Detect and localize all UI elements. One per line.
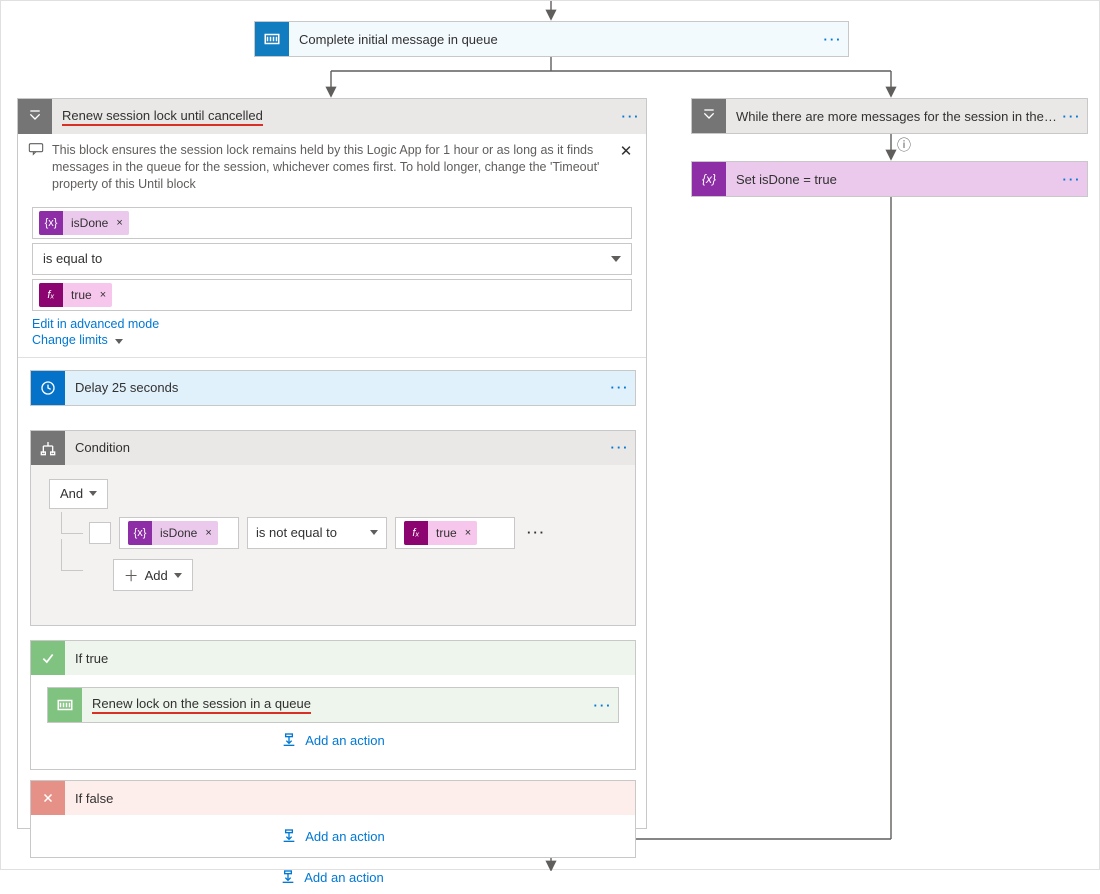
plus-icon: ＋ xyxy=(124,565,139,586)
chevron-down-icon xyxy=(89,491,97,496)
card-menu-button[interactable]: ··· xyxy=(1057,109,1087,124)
logic-app-designer-canvas: Complete initial message in queue ··· Wh… xyxy=(0,0,1100,870)
branch-if-false: If false Add an action xyxy=(30,780,636,858)
edit-advanced-mode-link[interactable]: Edit in advanced mode xyxy=(32,317,632,331)
chevron-down-icon xyxy=(611,256,621,262)
until-operator-select[interactable]: is equal to xyxy=(32,243,632,275)
chevron-down-icon xyxy=(115,339,123,344)
card-menu-button[interactable]: ··· xyxy=(818,32,848,47)
chevron-down-icon xyxy=(174,573,182,578)
action-delay[interactable]: Delay 25 seconds ··· xyxy=(30,370,636,406)
remove-token-button[interactable]: × xyxy=(116,217,128,229)
add-action-button[interactable]: Add an action xyxy=(47,723,619,757)
action-renew-lock[interactable]: Renew lock on the session in a queue ··· xyxy=(47,687,619,723)
until-right-operand[interactable]: fₓ true × xyxy=(32,279,632,311)
card-title: While there are more messages for the se… xyxy=(726,109,1057,124)
add-action-button[interactable]: Add an action xyxy=(47,819,619,853)
remove-token-button[interactable]: × xyxy=(205,527,217,539)
scope-renew-session-lock-panel: Renew session lock until cancelled ··· T… xyxy=(17,98,647,829)
card-menu-button[interactable]: ··· xyxy=(605,440,635,455)
remove-token-button[interactable]: × xyxy=(100,289,112,301)
card-menu-button[interactable]: ··· xyxy=(1057,172,1087,187)
branch-title: If true xyxy=(65,651,635,666)
add-action-button[interactable]: Add an action xyxy=(18,860,646,894)
change-limits-link[interactable]: Change limits xyxy=(32,333,632,347)
until-loop-icon xyxy=(692,99,726,133)
action-complete-initial-message[interactable]: Complete initial message in queue ··· xyxy=(254,21,849,57)
until-left-operand[interactable]: {x} isDone × xyxy=(32,207,632,239)
card-menu-button[interactable]: ··· xyxy=(616,109,646,124)
scope-while-more-messages[interactable]: While there are more messages for the se… xyxy=(691,98,1088,134)
card-title: Set isDone = true xyxy=(726,172,1057,187)
action-set-isdone-true[interactable]: {x} Set isDone = true ··· xyxy=(691,161,1088,197)
condition-group-operator[interactable]: And xyxy=(49,479,108,509)
servicebus-icon xyxy=(48,688,82,722)
add-condition-row-button[interactable]: ＋ Add xyxy=(113,559,193,591)
note-icon xyxy=(28,142,52,193)
branch-title: If false xyxy=(65,791,635,806)
card-title: Complete initial message in queue xyxy=(289,32,818,47)
card-menu-button[interactable]: ··· xyxy=(588,698,618,713)
dismiss-note-button[interactable]: ✕ xyxy=(616,142,636,193)
info-icon[interactable]: ⓘ xyxy=(897,135,911,155)
card-title: Renew lock on the session in a queue xyxy=(82,696,588,714)
token-isdone[interactable]: {x} isDone × xyxy=(39,211,129,235)
until-loop-icon xyxy=(18,99,52,134)
description-note: This block ensures the session lock rema… xyxy=(18,134,646,203)
control-condition: Condition ··· And {x} isDone × xyxy=(30,430,636,627)
token-true-expression[interactable]: fₓ true × xyxy=(39,283,112,307)
card-title: Delay 25 seconds xyxy=(65,380,605,395)
condition-icon xyxy=(31,431,65,465)
close-icon xyxy=(31,781,65,815)
remove-token-button[interactable]: × xyxy=(465,527,477,539)
branch-if-true: If true Renew lock on the session in a q… xyxy=(30,640,636,770)
variables-icon: {x} xyxy=(39,211,63,235)
card-title[interactable]: Renew session lock until cancelled xyxy=(52,108,616,126)
chevron-down-icon xyxy=(370,530,378,535)
clock-icon xyxy=(31,371,65,405)
variables-icon: {x} xyxy=(692,162,726,196)
check-icon xyxy=(31,641,65,675)
servicebus-icon xyxy=(255,22,289,56)
fx-icon: fₓ xyxy=(39,283,63,307)
card-title: Condition xyxy=(65,440,605,455)
card-menu-button[interactable]: ··· xyxy=(605,380,635,395)
